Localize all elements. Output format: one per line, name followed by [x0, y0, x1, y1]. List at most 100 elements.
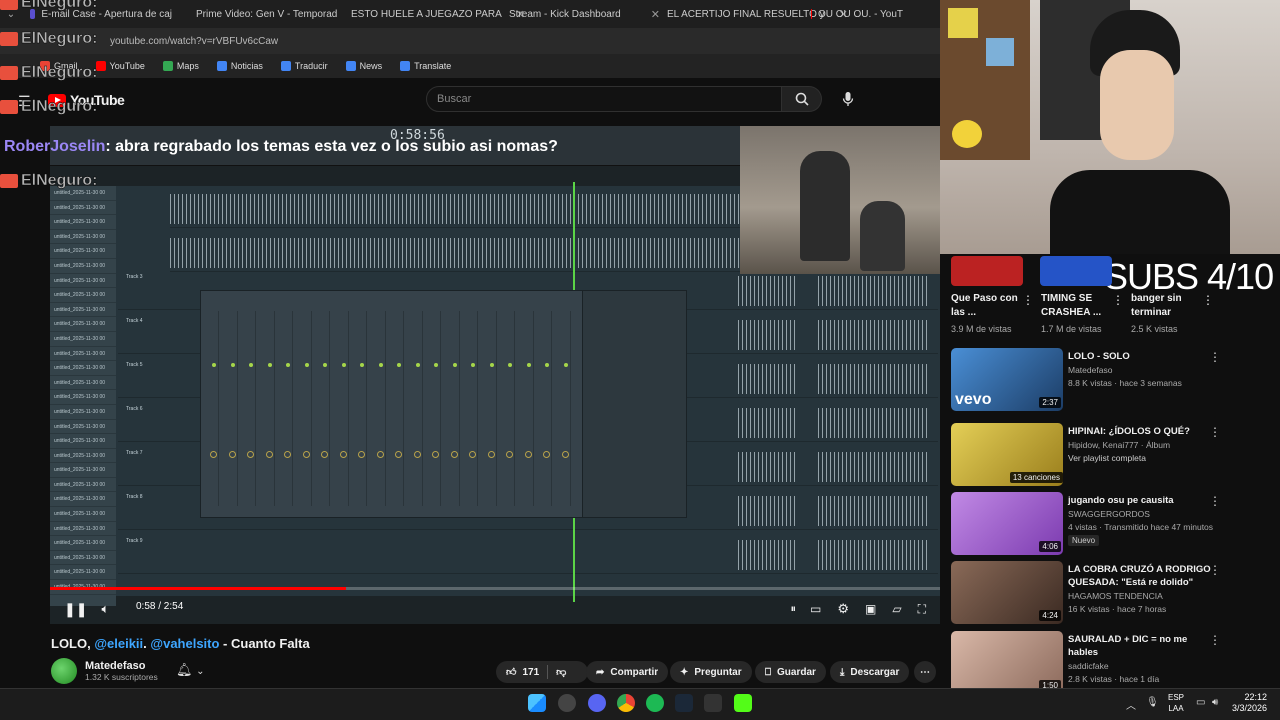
- video-title[interactable]: HIPINAI: ¿ÍDOLOS O QUÉ?: [1068, 425, 1218, 438]
- more-vertical-icon[interactable]: ⋮: [1209, 563, 1221, 577]
- audio-clip: [818, 452, 928, 482]
- language-indicator[interactable]: ESP LAA: [1168, 692, 1184, 714]
- playlist-link[interactable]: Ver playlist completa: [1068, 453, 1146, 463]
- search-input[interactable]: Buscar: [426, 86, 782, 112]
- channel-name[interactable]: saddicfake: [1068, 661, 1109, 671]
- recommendation-item[interactable]: vevo 2:37 LOLO - SOLO Matedefaso 8.8 K v…: [951, 348, 1251, 412]
- daw-file-row: untitled_2025-11-30 00: [50, 522, 116, 537]
- tab-2[interactable]: ESTO HUELE A JUEGAZO PARA ✕: [337, 0, 525, 28]
- short-thumbnail[interactable]: [1040, 256, 1112, 286]
- chrome-icon[interactable]: [617, 694, 635, 712]
- daw-file-row: untitled_2025-11-30 00: [50, 405, 116, 420]
- recommendation-item[interactable]: 1:50 SAURALAD + DIC = no me hables saddi…: [951, 631, 1251, 695]
- volume-icon[interactable]: 🔈︎: [101, 601, 109, 617]
- download-label: Descargar: [850, 666, 900, 678]
- tab-4[interactable]: EL ACERTIJO FINAL RESUELTO y ✕: [653, 0, 848, 28]
- miniplayer-icon[interactable]: ▣: [865, 602, 876, 616]
- channel-name[interactable]: Matedefaso: [85, 660, 158, 672]
- video-player[interactable]: 0:58:56 untitled_2025-11-30 00 untitled_2…: [50, 126, 940, 624]
- search-button[interactable]: [782, 86, 822, 112]
- channel-name[interactable]: SWAGGERGORDOS: [1068, 509, 1150, 519]
- more-vertical-icon[interactable]: ⋮: [1209, 494, 1221, 508]
- download-icon: ⤓: [840, 666, 845, 678]
- mixer-channel-strip: [394, 311, 404, 506]
- more-vertical-icon[interactable]: ⋮: [1202, 293, 1214, 307]
- daw-file-row: untitled_2025-11-30 00: [50, 420, 116, 435]
- share-button[interactable]: ➦ Compartir: [586, 661, 669, 683]
- short-thumbnail[interactable]: [951, 256, 1023, 286]
- steam-icon[interactable]: [675, 694, 693, 712]
- daw-file-list: untitled_2025-11-30 00 untitled_2025-11-3…: [50, 186, 116, 606]
- video-title[interactable]: SAURALAD + DIC = no me hables: [1068, 633, 1218, 659]
- more-vertical-icon[interactable]: ⋮: [1209, 350, 1221, 364]
- download-button[interactable]: ⤓ Descargar: [830, 661, 910, 683]
- bookmark-maps[interactable]: Maps: [162, 61, 199, 71]
- user-badge-icon: [0, 32, 18, 46]
- short-title[interactable]: TIMING SE CRASHEA ...: [1041, 292, 1111, 320]
- taskbar-clock[interactable]: 22:12 3/3/2026: [1232, 692, 1267, 714]
- short-title[interactable]: banger sin terminar: [1131, 292, 1206, 320]
- audio-clip: [170, 194, 740, 224]
- autoplay-toggle[interactable]: ⏸: [791, 603, 797, 616]
- kick-icon[interactable]: [734, 694, 752, 712]
- mention-link[interactable]: @eleikii: [94, 636, 143, 651]
- daw-file-row: untitled_2025-11-30 00: [50, 536, 116, 551]
- ask-button[interactable]: ✦ Preguntar: [670, 661, 752, 683]
- video-title[interactable]: LOLO - SOLO: [1068, 350, 1218, 363]
- address-bar[interactable]: youtube.com/watch?v=rVBFUv6cCaw: [0, 28, 940, 54]
- discord-icon[interactable]: [588, 694, 606, 712]
- tab-3[interactable]: Stream - Kick Dashboard ✕: [495, 0, 660, 28]
- more-vertical-icon[interactable]: ⋮: [1209, 633, 1221, 647]
- channel-name[interactable]: Hipidow, Kenai777 · Álbum: [1068, 440, 1170, 450]
- bookmark-translate[interactable]: Translate: [400, 61, 451, 71]
- audio-clip: [738, 452, 798, 482]
- subtitles-icon[interactable]: ▭: [810, 602, 821, 616]
- video-title[interactable]: LA COBRA CRUZÓ A RODRIGO QUESADA: "Está …: [1068, 563, 1218, 589]
- bookmark-label: Maps: [176, 61, 199, 71]
- more-vertical-icon[interactable]: ⋮: [1112, 293, 1124, 307]
- fullscreen-icon[interactable]: ⛶: [918, 602, 926, 617]
- tab-5[interactable]: OU OU OU. - YouT: [803, 0, 913, 28]
- dislike-button[interactable]: 👎︎: [556, 666, 566, 678]
- daw-file-row: untitled_2025-11-30 00: [50, 347, 116, 362]
- bookmark-youtube[interactable]: YouTube: [95, 61, 145, 71]
- mixer-channel-strip: [505, 311, 515, 506]
- network-icon[interactable]: ▭: [1196, 697, 1205, 708]
- notification-bell-button[interactable]: 🔔︎ ⌄: [176, 662, 205, 678]
- recommendation-item[interactable]: 4:06 jugando osu pe causita SWAGGERGORDO…: [951, 492, 1251, 556]
- obs-icon[interactable]: [704, 694, 722, 712]
- bookmark-traducir[interactable]: Traducir: [280, 61, 328, 71]
- bookmark-noticias[interactable]: Noticias: [216, 61, 263, 71]
- microphone-icon[interactable]: 🎙︎: [1146, 697, 1159, 708]
- channel-name[interactable]: Matedefaso: [1068, 365, 1112, 375]
- like-button[interactable]: 👍︎ 171: [506, 666, 539, 679]
- start-icon[interactable]: [528, 694, 546, 712]
- save-button[interactable]: ⎕ Guardar: [755, 661, 826, 683]
- recommendation-item[interactable]: 13 canciones HIPINAI: ¿ÍDOLOS O QUÉ? Hip…: [951, 423, 1251, 487]
- short-title[interactable]: Que Paso con las ...: [951, 292, 1021, 320]
- speaker-icon[interactable]: 🔊︎: [1212, 697, 1218, 708]
- more-vertical-icon[interactable]: ⋮: [1022, 293, 1034, 307]
- app-icon[interactable]: [558, 694, 576, 712]
- tab-1[interactable]: Prime Video: Gen V - Temporad: [182, 0, 337, 28]
- recommendation-item[interactable]: 4:24 LA COBRA CRUZÓ A RODRIGO QUESADA: "…: [951, 561, 1251, 625]
- cast-icon[interactable]: ▱: [892, 602, 901, 616]
- track-label: Track 7: [126, 450, 143, 456]
- video-progress-bar[interactable]: [50, 587, 940, 590]
- pause-icon[interactable]: ❚❚: [64, 601, 87, 618]
- bookmark-news[interactable]: News: [345, 61, 383, 71]
- more-vertical-icon[interactable]: ⋮: [1209, 425, 1221, 439]
- video-meta: 8.8 K vistas · hace 3 semanas: [1068, 378, 1182, 388]
- spotify-icon[interactable]: [646, 694, 664, 712]
- video-title[interactable]: jugando osu pe causita: [1068, 494, 1218, 507]
- settings-gear-icon[interactable]: ⚙: [837, 601, 849, 617]
- url-text[interactable]: youtube.com/watch?v=rVBFUv6cCaw: [110, 36, 278, 47]
- user-badge-icon: [0, 66, 18, 80]
- mention-link[interactable]: @vahelsito: [150, 636, 219, 651]
- channel-avatar[interactable]: [51, 658, 77, 684]
- chevron-up-icon[interactable]: ︿: [1126, 697, 1136, 712]
- channel-name[interactable]: HAGAMOS TENDENCIA: [1068, 591, 1163, 601]
- more-actions-button[interactable]: ⋯: [914, 661, 936, 683]
- voice-search-button[interactable]: [836, 86, 860, 112]
- bookmark-label: News: [359, 61, 383, 71]
